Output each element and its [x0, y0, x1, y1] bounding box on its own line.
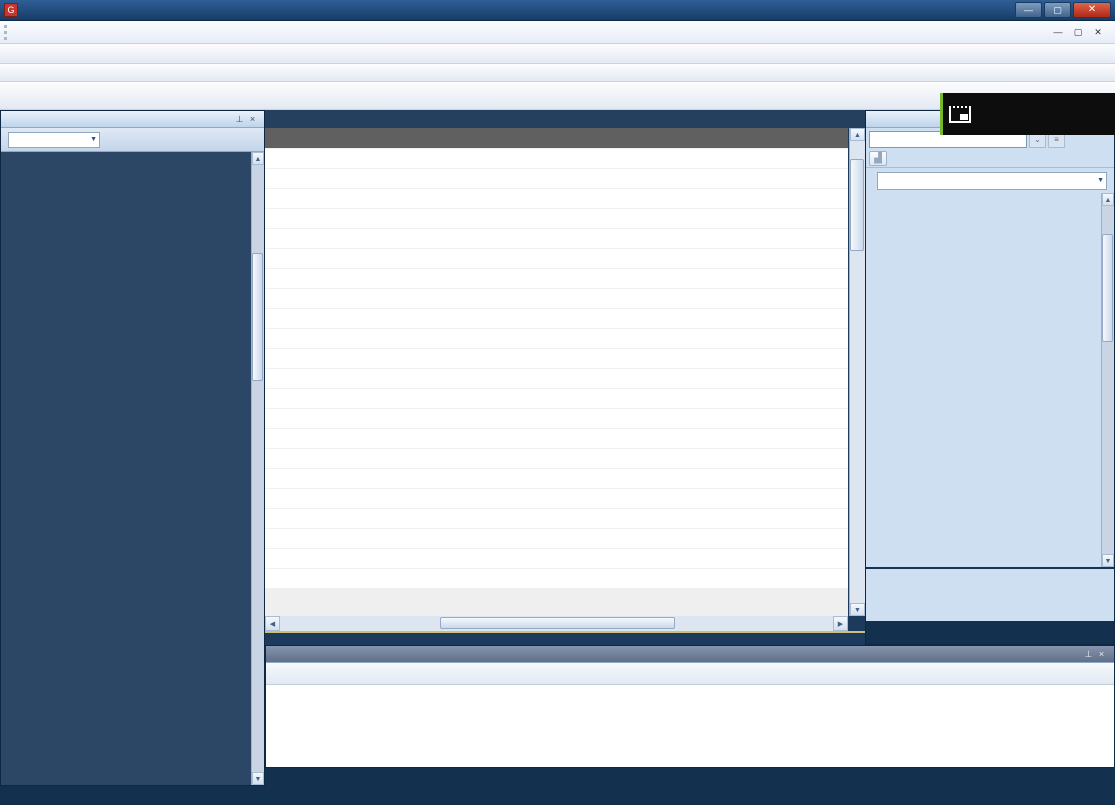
sort-filter-icon[interactable]: ▟	[869, 151, 887, 166]
app-logo-icon: G	[4, 3, 18, 17]
toolbar-standard	[0, 44, 1115, 64]
chevron-down-icon: ▼	[1097, 177, 1104, 184]
ladder-column-header	[265, 128, 848, 148]
pin-icon[interactable]: ⊥	[233, 114, 246, 125]
instruction-list-scrollbar[interactable]: ▲ ▼	[1101, 193, 1114, 567]
scroll-down-icon[interactable]: ▼	[252, 772, 264, 785]
title-bar: G — ▢ ✕	[0, 0, 1115, 21]
minimize-button[interactable]: —	[1015, 2, 1042, 18]
scrollbar-thumb[interactable]	[1102, 234, 1113, 342]
instruction-list	[866, 193, 1101, 567]
scroll-down-icon[interactable]: ▼	[1102, 554, 1114, 567]
bottom-window-tabs	[265, 768, 1115, 786]
child-restore-button[interactable]: ▢	[1071, 27, 1085, 38]
status-bar	[0, 786, 1115, 805]
navigation-scrollbar[interactable]: ▲ ▼	[251, 152, 264, 785]
scroll-up-icon[interactable]: ▲	[252, 152, 264, 165]
ladder-empty-area	[265, 588, 848, 616]
restore-button[interactable]: ▢	[1044, 2, 1071, 18]
element-selection-toolbar: ▟	[866, 150, 1114, 168]
navigation-panel-title: ⊥ ×	[1, 111, 264, 128]
close-panel-icon[interactable]: ×	[1095, 649, 1108, 659]
output-panel: ⊥ ×	[265, 645, 1115, 768]
mdi-child-controls: — ▢ ✕	[1051, 27, 1111, 38]
scroll-up-icon[interactable]: ▲	[1102, 193, 1114, 206]
close-button[interactable]: ✕	[1073, 2, 1111, 18]
scroll-down-icon[interactable]: ▼	[850, 603, 865, 616]
scroll-up-icon[interactable]: ▲	[850, 128, 865, 141]
scrollbar-thumb[interactable]	[252, 253, 263, 381]
document-tab-strip	[265, 110, 865, 128]
toolbar-docking-windows	[0, 64, 1115, 82]
editor-horizontal-scrollbar[interactable]: ◀ ▶	[265, 616, 848, 631]
tree-filter-combo[interactable]: ▼	[8, 132, 100, 148]
screenshot-camera-icon	[949, 106, 971, 123]
chevron-down-icon: ▼	[90, 136, 97, 143]
element-selection-filler	[866, 567, 1114, 599]
menu-grip	[4, 25, 8, 40]
element-selection-tabs	[866, 599, 1114, 621]
scroll-right-icon[interactable]: ▶	[833, 616, 848, 631]
element-selection-panel: ⌄ ≡ ▟ ▼ ▲ ▼	[865, 110, 1115, 645]
scrollbar-thumb[interactable]	[850, 159, 864, 251]
navigation-toolbar: ▼	[1, 128, 264, 152]
close-panel-icon[interactable]: ×	[246, 114, 259, 124]
pin-icon[interactable]: ⊥	[1082, 649, 1095, 660]
output-title-bar: ⊥ ×	[266, 646, 1114, 663]
ladder-editor: ◀ ▶ ▲ ▼	[265, 110, 865, 645]
screenshot-toast	[940, 93, 1115, 135]
scroll-left-icon[interactable]: ◀	[265, 616, 280, 631]
menu-bar: — ▢ ✕	[0, 21, 1115, 44]
scrollbar-thumb[interactable]	[440, 617, 675, 629]
gx-works3-window: G — ▢ ✕ — ▢ ✕ ⊥ × ▼	[0, 0, 1115, 805]
ladder-canvas[interactable]	[265, 148, 848, 588]
display-target-row: ▼	[866, 168, 1114, 193]
child-close-button[interactable]: ✕	[1091, 27, 1105, 38]
editor-vertical-scrollbar[interactable]: ▲ ▼	[849, 128, 865, 616]
editor-frame-edge	[265, 631, 865, 645]
child-minimize-button[interactable]: —	[1051, 27, 1065, 38]
project-tree	[1, 152, 251, 785]
output-content	[266, 685, 1114, 767]
display-target-combo[interactable]: ▼	[877, 172, 1107, 190]
navigation-panel: ⊥ × ▼ ▲ ▼	[0, 110, 265, 786]
docked-window-tabs	[866, 621, 1114, 644]
output-toolbar	[266, 663, 1114, 685]
